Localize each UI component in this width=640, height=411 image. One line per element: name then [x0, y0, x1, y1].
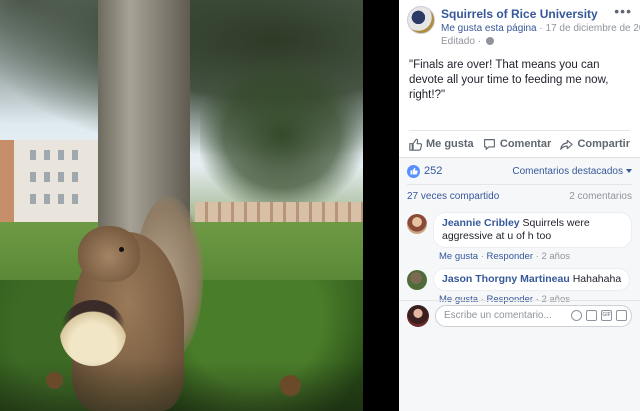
like-button-label: Me gusta [426, 138, 474, 150]
commenter-avatar[interactable] [407, 270, 427, 290]
post-photo[interactable] [0, 0, 363, 411]
thumbs-up-icon [409, 138, 422, 151]
post-header-text: Squirrels of Rice University Me gusta es… [441, 6, 640, 47]
like-count-value: 252 [424, 165, 443, 177]
chevron-down-icon [626, 168, 632, 173]
photo-leaves [0, 360, 363, 411]
edited-label[interactable]: Editado [441, 36, 475, 47]
comment-item: Jeannie Cribley Squirrels were aggressiv… [399, 208, 640, 262]
sticker-icon[interactable] [616, 310, 627, 321]
photo-building [0, 140, 98, 222]
like-button[interactable]: Me gusta [409, 138, 474, 151]
share-button-label: Compartir [577, 138, 630, 150]
comment-like-link[interactable]: Me gusta [439, 251, 478, 262]
gif-icon[interactable]: GIF [601, 310, 612, 321]
comment-time[interactable]: 2 años [541, 251, 570, 262]
comments-count[interactable]: 2 comentarios [569, 191, 632, 202]
page-name-link[interactable]: Squirrels of Rice University [441, 6, 632, 22]
globe-icon [485, 37, 494, 45]
post-meta-edited: Editado · [441, 35, 632, 48]
post-actions: Me gusta Comentar Compartir [409, 130, 630, 157]
comment-text: Hahahaha [572, 273, 622, 285]
comment-button[interactable]: Comentar [483, 138, 551, 151]
comment-button-label: Comentar [499, 138, 552, 150]
share-arrow-icon [560, 139, 574, 150]
comment-actions: Me gusta · Responder · 2 años [439, 251, 570, 262]
reaction-count[interactable]: 252 [407, 164, 443, 178]
squirrel-eye [119, 247, 124, 252]
comment-composer: GIF [399, 300, 640, 330]
photo-tree [200, 60, 363, 210]
comment-author-link[interactable]: Jason Thorgny Martineau [442, 273, 570, 285]
camera-icon[interactable] [586, 310, 597, 321]
comment-input-box[interactable]: GIF [435, 304, 632, 327]
squirrel-head [78, 226, 140, 282]
post-meta: Me gusta esta página · 17 de diciembre d… [441, 22, 640, 35]
commenter-avatar[interactable] [407, 214, 427, 234]
post-header: Squirrels of Rice University Me gusta es… [399, 0, 640, 47]
like-page-link[interactable]: Me gusta esta página [441, 23, 537, 34]
comment-author-link[interactable]: Jeannie Cribley [442, 217, 520, 229]
feedback-section: 252 Comentarios destacados 27 veces comp… [399, 157, 640, 411]
comment-input[interactable] [444, 310, 567, 321]
comment-sort-dropdown[interactable]: Comentarios destacados [512, 166, 632, 177]
reactions-row: 252 Comentarios destacados [399, 158, 640, 184]
comment-bubble: Jason Thorgny Martineau Hahahaha [433, 268, 631, 291]
comment-item: Jason Thorgny Martineau Hahahaha Me gust… [399, 262, 640, 305]
comment-reply-link[interactable]: Responder [487, 251, 533, 262]
emoji-icon[interactable] [571, 310, 582, 321]
shares-count-link[interactable]: 27 veces compartido [407, 191, 499, 202]
current-user-avatar[interactable] [407, 304, 429, 327]
more-icon[interactable]: ••• [614, 4, 632, 18]
post-date[interactable]: 17 de diciembre de 2015 [546, 23, 640, 34]
share-button[interactable]: Compartir [560, 138, 630, 151]
meta-separator: · [477, 36, 484, 47]
comment-bubble-icon [483, 138, 495, 150]
post-text: "Finals are over! That means you can dev… [409, 59, 609, 101]
page-avatar[interactable] [407, 6, 435, 34]
counts-row: 27 veces compartido 2 comentarios [407, 184, 632, 208]
comment-bubble: Jeannie Cribley Squirrels were aggressiv… [433, 212, 632, 248]
like-reaction-icon [407, 164, 420, 178]
post-panel: Squirrels of Rice University Me gusta es… [399, 0, 640, 411]
comment-sort-label: Comentarios destacados [512, 165, 623, 177]
comment-body: Jeannie Cribley Squirrels were aggressiv… [433, 212, 632, 262]
squirrel-food [60, 300, 126, 366]
